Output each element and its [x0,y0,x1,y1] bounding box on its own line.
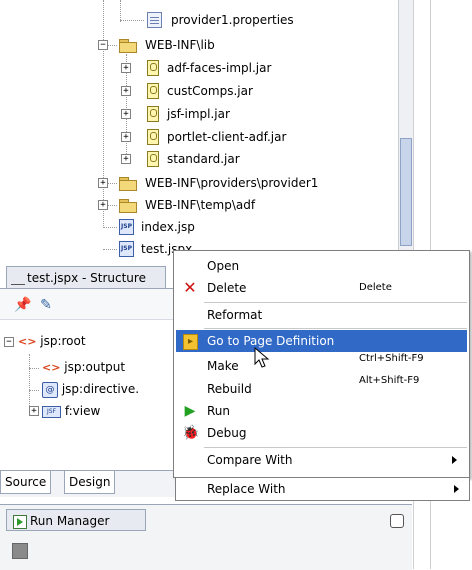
folder-icon [119,199,137,213]
structure-item-label: jsp:directive. [61,382,140,396]
expand-toggle[interactable]: + [98,200,108,210]
bug-icon: 🐞 [182,425,200,441]
new-view-icon[interactable]: ✎ [38,297,54,313]
menu-item-label: Debug [207,426,247,440]
run-icon [13,514,27,529]
menu-item-shortcut: Alt+Shift-F9 [359,375,420,386]
run-icon: ▶ [184,403,196,419]
expand-toggle[interactable]: + [98,178,108,188]
tree-item-label: standard.jar [167,152,240,166]
scrollbar-thumb[interactable] [400,138,412,246]
jar-icon [147,60,159,76]
delete-icon: ✕ [183,278,197,297]
tree-item-label: WEB-INF\lib [145,38,215,52]
menu-item-label: Rebuild [207,382,252,396]
tag-icon: <> [18,335,37,348]
jar-icon [147,106,159,122]
menu-item-open[interactable]: Open [176,255,467,277]
menu-item-replace-with[interactable]: Replace With [175,478,470,501]
menu-item-label: Replace With [207,482,286,496]
tree-item-label: jsf-impl.jar [167,107,230,121]
jar-icon [147,151,159,167]
menu-item-label: Compare With [207,453,293,467]
structure-tab-title: test.jspx - Structure [27,271,146,285]
menu-item-label: Open [207,259,240,273]
jar-icon [147,129,159,145]
tree-item-label: portlet-client-adf.jar [167,130,287,144]
tree-item-label: custComps.jar [167,84,253,98]
tree-item-label: WEB-INF\temp\adf [145,198,256,212]
menu-item-rebuild[interactable]: Rebuild Alt+Shift-F9 [176,375,467,400]
directive-icon: @ [42,381,58,398]
menu-item-label: Make [207,359,239,373]
run-manager-tab[interactable]: Run Manager [6,509,146,531]
structure-icon [11,272,25,285]
tab-source[interactable]: Source [0,471,52,494]
run-manager-title: Run Manager [30,514,110,528]
menu-item-shortcut: Ctrl+Shift-F9 [359,353,424,364]
run-manager-panel: Run Manager [0,504,412,570]
structure-item-jsp-directive[interactable]: @ jsp:directive. [42,380,139,398]
structure-item-f-view[interactable]: JSF f:view [42,402,100,420]
tree-item-label: index.jsp [141,220,195,234]
project-tree: provider1.properties − WEB-INF\lib + adf… [0,0,398,258]
jsf-icon: JSF [42,405,61,418]
expand-toggle[interactable]: + [121,154,131,164]
menu-item-debug[interactable]: 🐞 Debug [176,422,467,444]
menu-item-label: Reformat [207,308,263,322]
menu-item-make[interactable]: Make Ctrl+Shift-F9 [176,353,467,377]
structure-item-label: jsp:output [64,360,126,374]
menu-item-compare-with[interactable]: Compare With [176,449,467,471]
menu-item-reformat[interactable]: Reformat [176,304,467,326]
jar-icon [147,83,159,99]
tab-design[interactable]: Design [64,471,116,494]
jsp-file-icon: JSP [119,219,134,235]
collapse-toggle[interactable]: − [98,40,108,50]
expand-toggle[interactable]: + [121,132,131,142]
structure-item-jsp-output[interactable]: <> jsp:output [42,358,125,376]
jsp-file-icon: JSP [119,241,134,257]
properties-file-icon [147,12,162,28]
expand-toggle[interactable]: + [29,406,39,416]
structure-item-label: f:view [64,404,101,418]
stop-icon[interactable] [12,543,28,559]
context-menu: Open ✕ Delete Delete Reformat ▸ Go to Pa… [173,250,470,478]
menu-item-shortcut: Delete [359,282,392,293]
tree-item-label: WEB-INF\providers\provider1 [145,176,319,190]
pin-icon[interactable]: 📌 [14,297,31,313]
folder-icon [119,177,137,191]
expand-toggle[interactable]: + [121,86,131,96]
minimize-button[interactable] [390,514,404,528]
collapse-toggle[interactable]: − [4,337,14,347]
expand-toggle[interactable]: + [121,109,131,119]
tree-scrollbar[interactable] [398,0,413,258]
structure-item-jsp-root[interactable]: <> jsp:root [18,332,86,350]
menu-item-label: Run [207,404,231,418]
page-definition-icon: ▸ [183,334,198,350]
structure-item-label: jsp:root [40,334,86,348]
submenu-arrow-icon [452,456,457,464]
mouse-cursor-icon [254,347,270,368]
tree-item-label: adf-faces-impl.jar [167,61,272,75]
expand-toggle[interactable]: + [121,63,131,73]
menu-item-run[interactable]: ▶ Run [176,400,467,422]
folder-icon [119,39,137,53]
menu-item-delete[interactable]: ✕ Delete Delete [176,277,467,299]
submenu-arrow-icon [454,485,459,493]
menu-item-label: Go to Page Definition [207,334,335,348]
tag-icon: <> [42,361,61,374]
structure-tab[interactable]: test.jspx - Structure [6,266,166,288]
menu-item-label: Delete [207,281,247,295]
tree-item-label: provider1.properties [171,13,294,27]
